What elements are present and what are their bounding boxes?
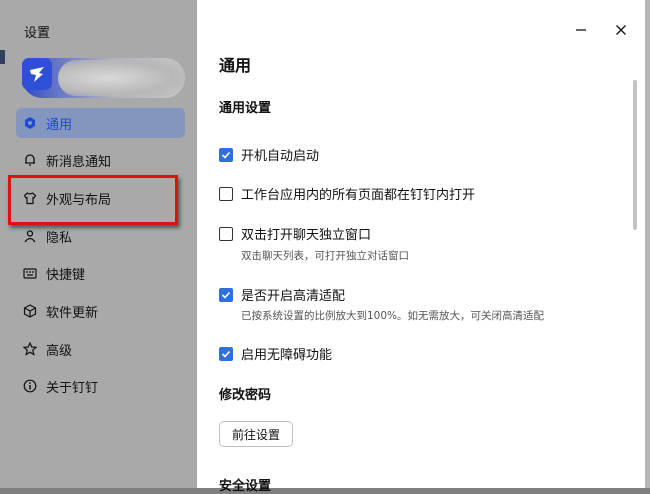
checkbox-unchecked[interactable] — [219, 226, 233, 241]
checkbox-checked[interactable] — [219, 287, 233, 302]
option-auto-start[interactable]: 开机自动启动 — [219, 145, 319, 164]
scrollbar[interactable] — [633, 80, 639, 480]
user-icon — [22, 228, 38, 244]
sidebar-item-label: 通用 — [46, 117, 73, 133]
sidebar-item-label: 软件更新 — [46, 305, 99, 321]
star-icon — [22, 341, 38, 357]
sidebar-item-shortcuts[interactable]: 快捷键 — [16, 258, 185, 288]
background-window-edge — [645, 0, 650, 488]
sidebar-item-updates[interactable]: 软件更新 — [16, 296, 185, 326]
sidebar-item-label: 快捷键 — [46, 267, 86, 283]
option-label: 是否开启高清适配 — [241, 289, 346, 304]
sidebar-item-label: 外观与布局 — [46, 192, 112, 208]
cube-icon — [22, 303, 38, 319]
option-double-click-window[interactable]: 双击打开聊天独立窗口 — [219, 224, 371, 243]
security-section-heading: 安全设置 — [219, 479, 272, 494]
bell-icon — [22, 152, 38, 168]
option-description: 双击聊天列表，可打开独立对话窗口 — [241, 250, 409, 262]
page-title: 通用 — [219, 56, 252, 75]
checkbox-checked[interactable] — [219, 346, 233, 361]
background-window-edge — [0, 50, 5, 64]
sidebar-item-notifications[interactable]: 新消息通知 — [16, 145, 185, 175]
general-icon — [22, 115, 38, 131]
option-accessibility[interactable]: 启用无障碍功能 — [219, 344, 332, 363]
sidebar-item-label: 隐私 — [46, 230, 73, 246]
info-icon — [22, 378, 38, 394]
option-open-in-app[interactable]: 工作台应用内的所有页面都在钉钉内打开 — [219, 184, 475, 203]
sidebar-item-general[interactable]: 通用 — [16, 108, 185, 138]
keyboard-icon — [22, 265, 38, 281]
window-title: 设置 — [24, 26, 51, 41]
sidebar-item-appearance[interactable]: 外观与布局 — [16, 183, 185, 213]
blurred-username — [58, 60, 185, 96]
option-label: 工作台应用内的所有页面都在钉钉内打开 — [241, 188, 476, 203]
sidebar-item-about[interactable]: 关于钉钉 — [16, 371, 185, 401]
go-to-settings-button[interactable]: 前往设置 — [219, 421, 293, 447]
shirt-icon — [22, 190, 38, 206]
sidebar-item-label: 关于钉钉 — [46, 380, 99, 396]
option-label: 启用无障碍功能 — [241, 348, 333, 363]
option-description: 已按系统设置的比例放大到100%。如无需放大，可关闭高清适配 — [241, 310, 545, 322]
close-icon — [616, 25, 626, 35]
option-hd-adaptation[interactable]: 是否开启高清适配 — [219, 285, 345, 304]
close-button[interactable] — [611, 20, 631, 40]
sidebar-item-advanced[interactable]: 高级 — [16, 334, 185, 364]
scrollbar-thumb[interactable] — [633, 80, 637, 230]
minimize-button[interactable] — [571, 20, 591, 40]
settings-panel: 通用 通用设置 开机自动启动 工作台应用内的所有页面都在钉钉内打开 双击打开聊天… — [197, 0, 645, 494]
sidebar-item-label: 高级 — [46, 343, 73, 359]
checkbox-unchecked[interactable] — [219, 186, 233, 201]
dingtalk-logo-icon — [22, 58, 52, 90]
option-label: 双击打开聊天独立窗口 — [241, 228, 372, 243]
general-settings-heading: 通用设置 — [219, 101, 272, 116]
sidebar: 设置 通用 新消息通知 外观与布局 隐私 快捷键 软件更新 高级 关于钉钉 — [0, 0, 197, 488]
option-label: 开机自动启动 — [241, 149, 320, 164]
sidebar-item-privacy[interactable]: 隐私 — [16, 221, 185, 251]
checkbox-checked[interactable] — [219, 147, 233, 162]
password-section-heading: 修改密码 — [219, 388, 272, 403]
sidebar-item-label: 新消息通知 — [46, 154, 112, 170]
